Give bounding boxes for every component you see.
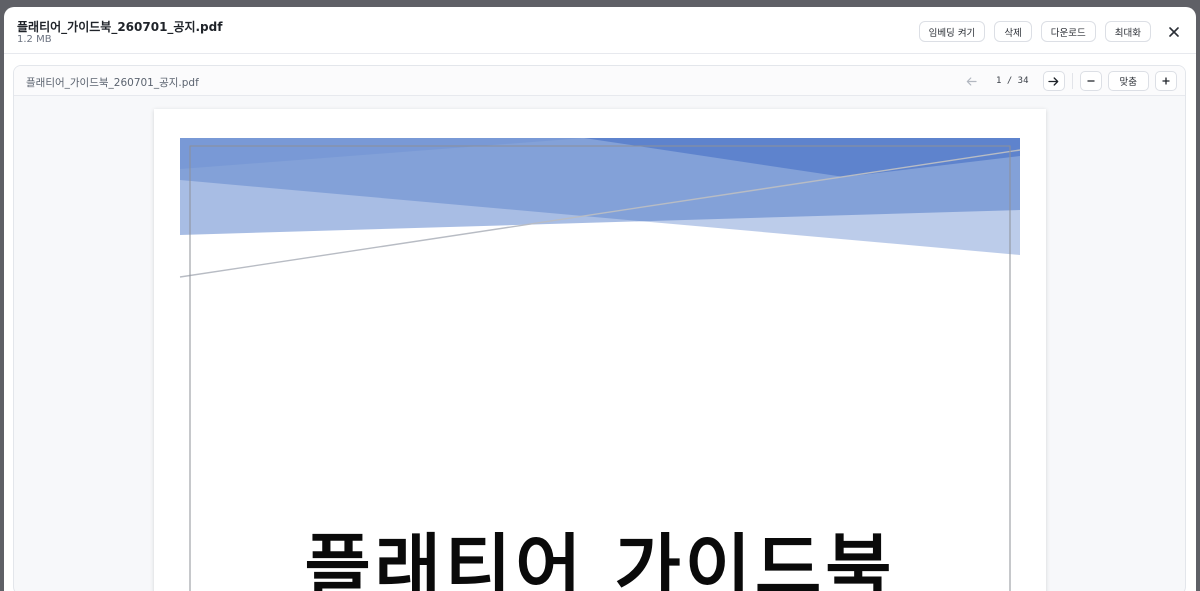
minus-icon [1086, 80, 1095, 82]
document-title: 플래티어 가이드북 [304, 526, 896, 591]
plus-icon [1162, 77, 1170, 85]
file-size: 1.2 MB [17, 34, 52, 45]
pdf-viewer: 플래티어_가이드북_260701_공지.pdf 1 / 34 맞춤 플래티어 가… [13, 65, 1186, 591]
delete-button[interactable]: 삭제 [994, 21, 1032, 42]
viewer-file-name: 플래티어_가이드북_260701_공지.pdf [26, 77, 199, 89]
zoom-out-button[interactable] [1079, 71, 1102, 91]
file-title: 플래티어_가이드북_260701_공지.pdf [17, 20, 223, 34]
prev-page-button[interactable] [960, 71, 982, 91]
viewer-controls: 1 / 34 맞춤 [960, 70, 1177, 92]
embed-on-button[interactable]: 임베딩 켜기 [918, 21, 986, 42]
fit-button[interactable]: 맞춤 [1107, 71, 1149, 91]
maximize-button[interactable]: 최대화 [1104, 21, 1151, 42]
zoom-in-button[interactable] [1155, 71, 1177, 91]
close-button[interactable] [1164, 22, 1184, 42]
arrow-right-icon [1048, 76, 1059, 86]
header-actions: 임베딩 켜기 삭제 다운로드 최대화 [918, 21, 1184, 42]
pdf-preview-modal: 플래티어_가이드북_260701_공지.pdf 1.2 MB 임베딩 켜기 삭제… [4, 7, 1196, 591]
arrow-left-icon [966, 76, 977, 86]
modal-header: 플래티어_가이드북_260701_공지.pdf 1.2 MB 임베딩 켜기 삭제… [4, 7, 1196, 54]
next-page-button[interactable] [1042, 71, 1065, 91]
download-button[interactable]: 다운로드 [1040, 21, 1096, 42]
pdf-page: 플래티어 가이드북 [154, 109, 1046, 591]
close-icon [1169, 26, 1179, 37]
toolbar-divider [1071, 73, 1073, 89]
page-indicator: 1 / 34 [996, 76, 1029, 86]
viewer-toolbar: 플래티어_가이드북_260701_공지.pdf 1 / 34 맞춤 [14, 66, 1185, 96]
